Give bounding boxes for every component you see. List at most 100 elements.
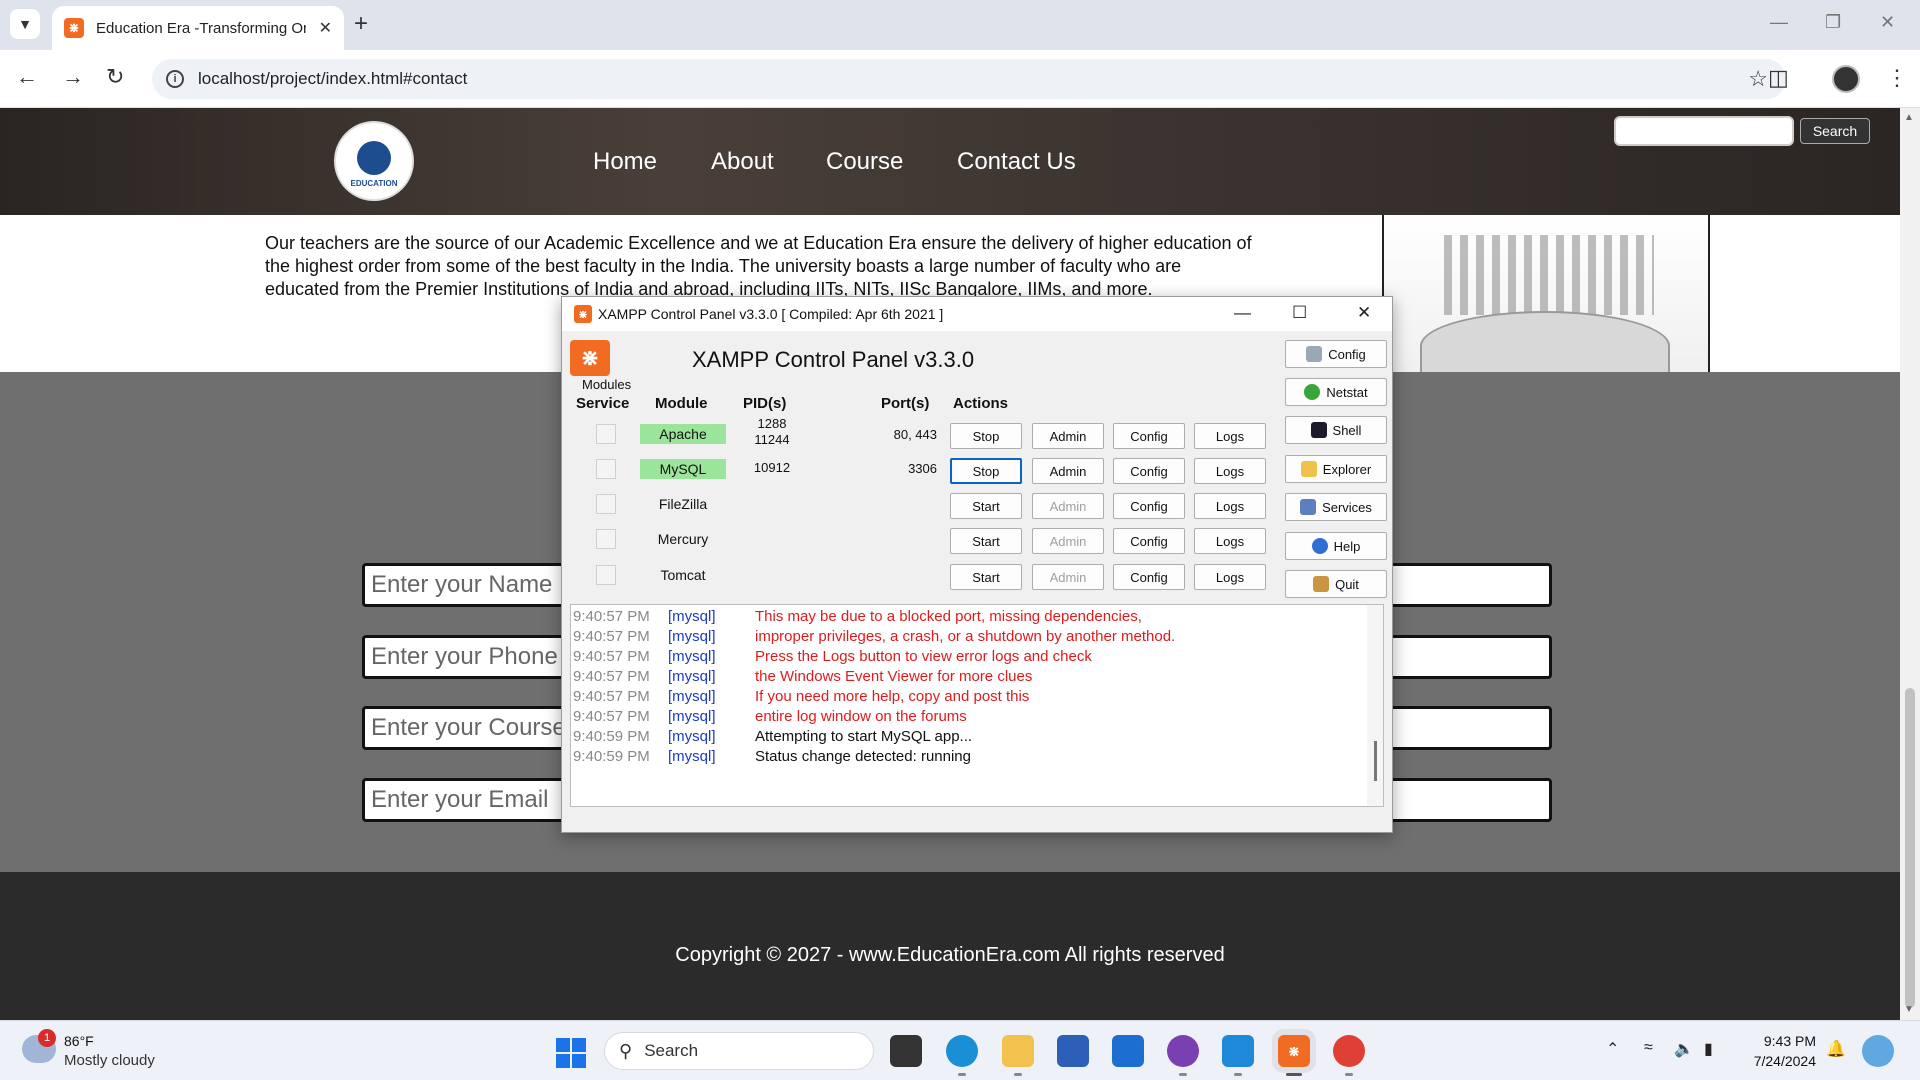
- log-source: [mysql]: [668, 708, 716, 725]
- scroll-up-icon[interactable]: ▲: [1904, 112, 1914, 123]
- reload-icon[interactable]: ↻: [106, 64, 124, 90]
- battery-icon[interactable]: ▮: [1704, 1039, 1713, 1059]
- pid-apache: 1288 11244: [742, 416, 802, 448]
- nav-about[interactable]: About: [711, 148, 774, 176]
- back-icon[interactable]: ←: [16, 64, 38, 90]
- minimize-icon[interactable]: —: [1770, 12, 1788, 33]
- explorer-button[interactable]: Explorer: [1285, 455, 1387, 483]
- col-actions: Actions: [953, 395, 1009, 412]
- mail-icon[interactable]: [1112, 1035, 1144, 1067]
- profile-avatar[interactable]: [1832, 65, 1860, 93]
- xampp-log-panel[interactable]: 9:40:57 PM [mysql] This may be due to a bl…: [570, 604, 1384, 807]
- log-scrollbar[interactable]: [1367, 605, 1383, 806]
- log-source: [mysql]: [668, 628, 716, 645]
- xampp-minimize-icon[interactable]: —: [1234, 303, 1251, 323]
- vscode-icon[interactable]: [1222, 1035, 1254, 1067]
- tab-close-icon[interactable]: ✕: [319, 18, 332, 38]
- config-button-mercury[interactable]: Config: [1113, 528, 1185, 554]
- xampp-titlebar[interactable]: ⋇ XAMPP Control Panel v3.3.0 [ Compiled:…: [562, 297, 1392, 331]
- shell-button[interactable]: Shell: [1285, 416, 1387, 444]
- volume-icon[interactable]: 🔈: [1674, 1039, 1694, 1059]
- service-checkbox-tomcat[interactable]: [596, 565, 616, 585]
- page-scrollbar[interactable]: ▲ ▼: [1900, 108, 1920, 1020]
- config-button-tomcat[interactable]: Config: [1113, 564, 1185, 590]
- pid-value: 10912: [753, 460, 791, 475]
- service-checkbox-apache[interactable]: [596, 424, 616, 444]
- podcast-app-icon[interactable]: [1167, 1035, 1199, 1067]
- xampp-close-icon[interactable]: ✕: [1357, 303, 1371, 323]
- stop-button-apache[interactable]: Stop: [950, 423, 1022, 449]
- config-button-apache[interactable]: Config: [1113, 423, 1185, 449]
- config-button-mysql[interactable]: Config: [1113, 458, 1185, 484]
- config-button[interactable]: Config: [1285, 340, 1387, 368]
- taskbar-search-label: Search: [644, 1041, 699, 1060]
- services-button[interactable]: Services: [1285, 493, 1387, 521]
- xampp-heading: XAMPP Control Panel v3.3.0: [692, 347, 975, 372]
- help-button-label: Help: [1333, 538, 1361, 554]
- restore-icon[interactable]: ❐: [1825, 12, 1841, 33]
- logo-text: EDUCATION: [350, 178, 398, 188]
- scrollbar-thumb[interactable]: [1905, 688, 1915, 1008]
- address-bar[interactable]: i localhost/project/index.html#contact ☆: [152, 59, 1786, 99]
- logs-button-mercury[interactable]: Logs: [1194, 528, 1266, 554]
- file-explorer-icon[interactable]: [1002, 1035, 1034, 1067]
- tray-overflow-icon[interactable]: ⌃: [1606, 1039, 1619, 1059]
- stop-button-mysql[interactable]: Stop: [950, 458, 1022, 484]
- site-search-input[interactable]: [1614, 116, 1794, 146]
- logs-button-mysql[interactable]: Logs: [1194, 458, 1266, 484]
- extensions-icon[interactable]: ◫: [1768, 65, 1789, 91]
- new-tab-button[interactable]: +: [354, 10, 368, 38]
- store-icon[interactable]: [1057, 1035, 1089, 1067]
- windows-start-icon[interactable]: [556, 1038, 586, 1068]
- logs-button-tomcat[interactable]: Logs: [1194, 564, 1266, 590]
- start-button-filezilla[interactable]: Start: [950, 493, 1022, 519]
- service-checkbox-filezilla[interactable]: [596, 494, 616, 514]
- nav-course[interactable]: Course: [826, 148, 903, 176]
- logs-button-apache[interactable]: Logs: [1194, 423, 1266, 449]
- forward-icon[interactable]: →: [62, 64, 84, 90]
- shell-button-label: Shell: [1332, 422, 1362, 438]
- site-info-icon[interactable]: i: [166, 70, 184, 88]
- config-button-filezilla[interactable]: Config: [1113, 493, 1185, 519]
- service-checkbox-mysql[interactable]: [596, 459, 616, 479]
- chrome-icon[interactable]: [1333, 1035, 1365, 1067]
- browser-tab-active[interactable]: ⋇ Education Era -Transforming Or ✕: [52, 6, 344, 50]
- weather-desc[interactable]: Mostly cloudy: [64, 1052, 155, 1069]
- xampp-maximize-icon[interactable]: ☐: [1292, 303, 1307, 323]
- bookmark-star-icon[interactable]: ☆: [1748, 66, 1768, 92]
- tab-search-button[interactable]: ▼: [10, 9, 40, 39]
- help-button[interactable]: Help: [1285, 532, 1387, 560]
- site-logo[interactable]: EDUCATION: [334, 121, 414, 201]
- more-menu-icon[interactable]: ⋮: [1886, 65, 1908, 91]
- running-indicator: [1345, 1073, 1353, 1076]
- quit-button-label: Quit: [1335, 576, 1359, 592]
- admin-button-mysql[interactable]: Admin: [1032, 458, 1104, 484]
- service-checkbox-mercury[interactable]: [596, 529, 616, 549]
- xampp-taskbar-icon[interactable]: ⋇: [1278, 1035, 1310, 1067]
- taskbar-search[interactable]: ⚲ Search: [604, 1032, 874, 1070]
- weather-temp[interactable]: 86°F: [64, 1033, 94, 1049]
- log-scrollbar-thumb[interactable]: [1374, 741, 1377, 781]
- logs-button-filezilla[interactable]: Logs: [1194, 493, 1266, 519]
- taskbar-clock[interactable]: 9:43 PM 7/24/2024: [1740, 1031, 1816, 1071]
- col-service: Service: [576, 395, 630, 412]
- scroll-down-icon[interactable]: ▼: [1904, 1004, 1914, 1015]
- log-time: 9:40:57 PM: [573, 708, 650, 725]
- nav-home[interactable]: Home: [593, 148, 657, 176]
- netstat-button[interactable]: Netstat: [1285, 378, 1387, 406]
- start-button-mercury[interactable]: Start: [950, 528, 1022, 554]
- copilot-icon[interactable]: [1862, 1035, 1894, 1067]
- close-window-icon[interactable]: ✕: [1880, 12, 1895, 33]
- explorer-button-label: Explorer: [1322, 461, 1372, 477]
- admin-button-apache[interactable]: Admin: [1032, 423, 1104, 449]
- task-view-icon[interactable]: [890, 1035, 922, 1067]
- edge-icon[interactable]: [946, 1035, 978, 1067]
- notification-bell-icon[interactable]: 🔔: [1826, 1039, 1846, 1059]
- quit-button[interactable]: Quit: [1285, 570, 1387, 598]
- wifi-icon[interactable]: ≈: [1644, 1039, 1653, 1057]
- globe-icon: [1304, 384, 1321, 400]
- folder-icon: [1300, 461, 1317, 477]
- start-button-tomcat[interactable]: Start: [950, 564, 1022, 590]
- site-search-button[interactable]: Search: [1800, 118, 1870, 144]
- nav-contact-us[interactable]: Contact Us: [957, 148, 1076, 176]
